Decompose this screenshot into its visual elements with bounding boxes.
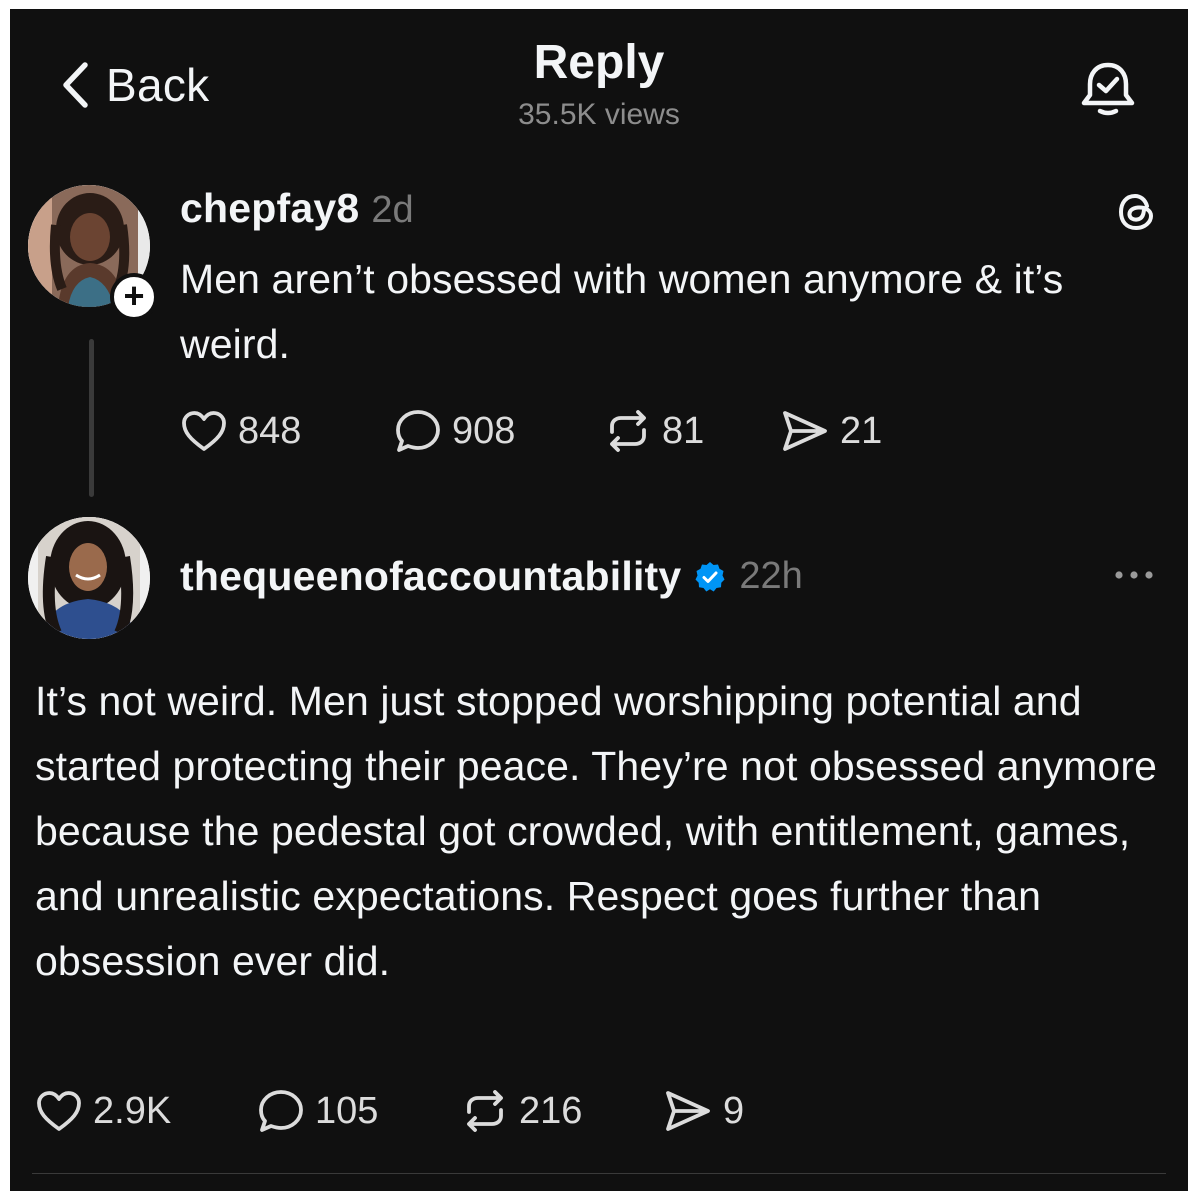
divider bbox=[32, 1173, 1166, 1174]
header-title-group: Reply 35.5K views bbox=[10, 35, 1188, 135]
reply-actions: 2.9K 105 216 9 bbox=[35, 1085, 744, 1137]
follow-button[interactable]: + bbox=[110, 273, 158, 321]
threads-logo-icon[interactable] bbox=[1114, 189, 1160, 235]
like-button[interactable]: 2.9K bbox=[35, 1089, 257, 1133]
avatar-photo bbox=[28, 517, 150, 639]
send-icon bbox=[666, 1091, 710, 1131]
repost-count: 81 bbox=[662, 409, 705, 452]
post-actions: 848 908 81 21 bbox=[180, 405, 882, 457]
share-button[interactable]: 21 bbox=[780, 408, 882, 454]
heart-icon bbox=[37, 1091, 81, 1131]
repost-icon bbox=[610, 410, 646, 452]
reply-count: 908 bbox=[452, 409, 516, 452]
heart-icon bbox=[182, 411, 226, 451]
avatar[interactable] bbox=[28, 517, 150, 639]
reply-button[interactable]: 908 bbox=[394, 408, 604, 454]
reply-time: 22h bbox=[739, 555, 803, 597]
share-button[interactable]: 9 bbox=[663, 1088, 744, 1134]
repost-button[interactable]: 216 bbox=[461, 1088, 663, 1134]
post-text: Men aren’t obsessed with women anymore &… bbox=[180, 256, 1064, 367]
reply-text: It’s not weird. Men just stopped worship… bbox=[35, 678, 1157, 984]
thread-connector-line bbox=[89, 339, 94, 497]
username[interactable]: chepfay8 bbox=[180, 185, 359, 232]
username[interactable]: thequeenofaccountability bbox=[180, 553, 681, 600]
comment-bubble-icon bbox=[396, 410, 440, 452]
page-title: Reply bbox=[533, 36, 665, 89]
reply-button[interactable]: 105 bbox=[257, 1088, 461, 1134]
verified-badge-icon bbox=[695, 561, 725, 591]
like-button[interactable]: 848 bbox=[180, 409, 394, 453]
reply-header: thequeenofaccountability 22h bbox=[180, 553, 803, 600]
more-options-icon[interactable] bbox=[1112, 565, 1156, 585]
like-count: 848 bbox=[238, 409, 302, 452]
share-count: 21 bbox=[840, 409, 883, 452]
view-count: 35.5K views bbox=[518, 98, 680, 131]
send-icon bbox=[783, 411, 827, 451]
post-header: chepfay8 2d bbox=[180, 185, 414, 232]
share-count: 9 bbox=[723, 1089, 745, 1132]
thread-screen: Back Reply 35.5K views + chepfay8 2d Men… bbox=[10, 9, 1188, 1191]
repost-icon bbox=[467, 1090, 503, 1132]
reply-count: 105 bbox=[315, 1089, 379, 1132]
post-time: 2d bbox=[371, 189, 414, 231]
comment-bubble-icon bbox=[259, 1090, 303, 1132]
plus-icon: + bbox=[123, 275, 145, 316]
repost-button[interactable]: 81 bbox=[604, 408, 780, 454]
like-count: 2.9K bbox=[93, 1089, 172, 1132]
repost-count: 216 bbox=[519, 1089, 583, 1132]
bell-check-icon[interactable] bbox=[1076, 57, 1140, 121]
